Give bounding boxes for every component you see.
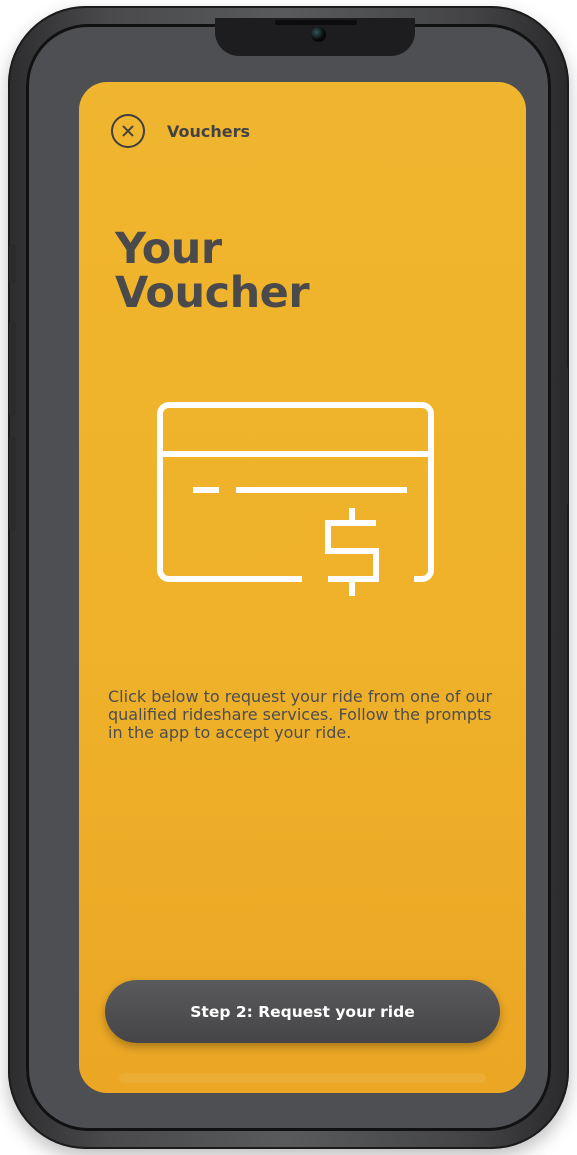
front-camera (311, 27, 326, 42)
voucher-card-dollar-icon (157, 402, 434, 597)
header: Vouchers (111, 114, 250, 148)
volume-down-button (9, 436, 16, 531)
phone-notch (215, 18, 415, 56)
instructions-text: Click below to request your ride from on… (108, 687, 493, 742)
page-title-line-1: Your (115, 224, 222, 274)
page-title: Your Voucher (115, 227, 445, 315)
request-ride-button[interactable]: Step 2: Request your ride (105, 980, 500, 1043)
silent-switch (9, 244, 16, 284)
close-icon (122, 125, 134, 137)
power-button (561, 366, 568, 506)
screen-highlight (119, 1073, 486, 1083)
voucher-screen: Vouchers Your Voucher Click below to req… (79, 82, 526, 1093)
volume-up-button (9, 321, 16, 416)
close-button[interactable] (111, 114, 145, 148)
speaker-grille (275, 20, 357, 25)
request-ride-button-label: Step 2: Request your ride (190, 1002, 415, 1021)
page-title-line-2: Voucher (115, 268, 310, 318)
header-title: Vouchers (167, 121, 251, 141)
